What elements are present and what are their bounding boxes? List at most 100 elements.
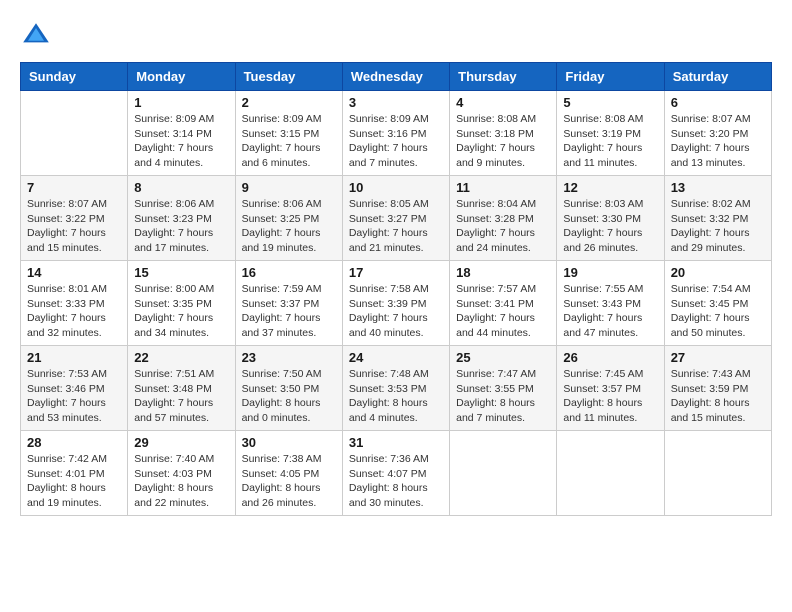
calendar-cell-w1-d1: 1Sunrise: 8:09 AMSunset: 3:14 PMDaylight…: [128, 91, 235, 176]
day-number: 21: [27, 350, 121, 365]
day-info: Sunrise: 7:59 AMSunset: 3:37 PMDaylight:…: [242, 282, 336, 341]
day-info: Sunrise: 8:09 AMSunset: 3:16 PMDaylight:…: [349, 112, 443, 171]
day-number: 16: [242, 265, 336, 280]
day-number: 2: [242, 95, 336, 110]
calendar-cell-w4-d1: 22Sunrise: 7:51 AMSunset: 3:48 PMDayligh…: [128, 346, 235, 431]
calendar-cell-w5-d1: 29 Sunrise: 7:40 AMSunset: 4:03 PMDayligh…: [128, 431, 235, 516]
day-number: 20: [671, 265, 765, 280]
day-info: Sunrise: 8:03 AMSunset: 3:30 PMDaylight:…: [563, 197, 657, 256]
col-tuesday: Tuesday: [235, 63, 342, 91]
day-number: 28: [27, 435, 121, 450]
calendar-cell-w1-d6: 6 Sunrise: 8:07 AMSunset: 3:20 PMDaylight…: [664, 91, 771, 176]
calendar-cell-w4-d5: 26Sunrise: 7:45 AMSunset: 3:57 PMDayligh…: [557, 346, 664, 431]
week-row-2: 7 Sunrise: 8:07 AMSunset: 3:22 PMDaylight…: [21, 176, 772, 261]
col-friday: Friday: [557, 63, 664, 91]
day-number: 8: [134, 180, 228, 195]
day-info: Sunrise: 8:04 AMSunset: 3:28 PMDaylight:…: [456, 197, 550, 256]
day-number: 1: [134, 95, 228, 110]
day-info: Sunrise: 8:08 AMSunset: 3:19 PMDaylight:…: [563, 112, 657, 171]
calendar-cell-w4-d2: 23Sunrise: 7:50 AMSunset: 3:50 PMDayligh…: [235, 346, 342, 431]
day-number: 11: [456, 180, 550, 195]
calendar-cell-w4-d6: 27 Sunrise: 7:43 AMSunset: 3:59 PMDayligh…: [664, 346, 771, 431]
calendar-cell-w2-d0: 7 Sunrise: 8:07 AMSunset: 3:22 PMDaylight…: [21, 176, 128, 261]
day-info: Sunrise: 8:07 AMSunset: 3:20 PMDaylight:…: [671, 112, 765, 171]
day-info: Sunrise: 7:38 AMSunset: 4:05 PMDaylight:…: [242, 452, 336, 511]
logo: [20, 20, 56, 52]
day-number: 24: [349, 350, 443, 365]
calendar-cell-w1-d5: 5 Sunrise: 8:08 AMSunset: 3:19 PMDaylight…: [557, 91, 664, 176]
day-number: 18: [456, 265, 550, 280]
week-row-4: 21 Sunrise: 7:53 AMSunset: 3:46 PMDayligh…: [21, 346, 772, 431]
calendar-cell-w3-d1: 15Sunrise: 8:00 AMSunset: 3:35 PMDayligh…: [128, 261, 235, 346]
day-number: 6: [671, 95, 765, 110]
day-info: Sunrise: 7:45 AMSunset: 3:57 PMDaylight:…: [563, 367, 657, 426]
calendar-cell-w2-d1: 8Sunrise: 8:06 AMSunset: 3:23 PMDaylight…: [128, 176, 235, 261]
day-number: 7: [27, 180, 121, 195]
col-saturday: Saturday: [664, 63, 771, 91]
day-number: 9: [242, 180, 336, 195]
day-info: Sunrise: 7:53 AMSunset: 3:46 PMDaylight:…: [27, 367, 121, 426]
day-info: Sunrise: 7:42 AMSunset: 4:01 PMDaylight:…: [27, 452, 121, 511]
page-header: [20, 20, 772, 52]
col-wednesday: Wednesday: [342, 63, 449, 91]
day-number: 30: [242, 435, 336, 450]
calendar-cell-w3-d0: 14 Sunrise: 8:01 AMSunset: 3:33 PMDayligh…: [21, 261, 128, 346]
week-row-5: 28 Sunrise: 7:42 AMSunset: 4:01 PMDayligh…: [21, 431, 772, 516]
day-info: Sunrise: 7:40 AMSunset: 4:03 PMDaylight:…: [134, 452, 228, 511]
calendar-cell-w3-d6: 20 Sunrise: 7:54 AMSunset: 3:45 PMDayligh…: [664, 261, 771, 346]
week-row-3: 14 Sunrise: 8:01 AMSunset: 3:33 PMDayligh…: [21, 261, 772, 346]
day-number: 25: [456, 350, 550, 365]
day-number: 22: [134, 350, 228, 365]
calendar-cell-w3-d3: 17Sunrise: 7:58 AMSunset: 3:39 PMDayligh…: [342, 261, 449, 346]
day-number: 15: [134, 265, 228, 280]
week-row-1: 1Sunrise: 8:09 AMSunset: 3:14 PMDaylight…: [21, 91, 772, 176]
calendar-cell-w5-d3: 31Sunrise: 7:36 AMSunset: 4:07 PMDayligh…: [342, 431, 449, 516]
day-info: Sunrise: 8:07 AMSunset: 3:22 PMDaylight:…: [27, 197, 121, 256]
day-info: Sunrise: 8:06 AMSunset: 3:25 PMDaylight:…: [242, 197, 336, 256]
day-info: Sunrise: 7:47 AMSunset: 3:55 PMDaylight:…: [456, 367, 550, 426]
calendar-cell-w2-d6: 13Sunrise: 8:02 AMSunset: 3:32 PMDayligh…: [664, 176, 771, 261]
calendar-cell-w4-d4: 25 Sunrise: 7:47 AMSunset: 3:55 PMDayligh…: [450, 346, 557, 431]
header-row: Sunday Monday Tuesday Wednesday Thursday…: [21, 63, 772, 91]
day-number: 29: [134, 435, 228, 450]
day-number: 19: [563, 265, 657, 280]
day-number: 3: [349, 95, 443, 110]
day-number: 27: [671, 350, 765, 365]
calendar-cell-w5-d6: [664, 431, 771, 516]
calendar-cell-w3-d4: 18 Sunrise: 7:57 AMSunset: 3:41 PMDayligh…: [450, 261, 557, 346]
day-info: Sunrise: 7:43 AMSunset: 3:59 PMDaylight:…: [671, 367, 765, 426]
calendar-cell-w1-d3: 3 Sunrise: 8:09 AMSunset: 3:16 PMDaylight…: [342, 91, 449, 176]
calendar-cell-w2-d2: 9 Sunrise: 8:06 AMSunset: 3:25 PMDaylight…: [235, 176, 342, 261]
day-info: Sunrise: 7:48 AMSunset: 3:53 PMDaylight:…: [349, 367, 443, 426]
day-info: Sunrise: 8:02 AMSunset: 3:32 PMDaylight:…: [671, 197, 765, 256]
calendar-cell-w1-d2: 2 Sunrise: 8:09 AMSunset: 3:15 PMDaylight…: [235, 91, 342, 176]
calendar-cell-w2-d5: 12 Sunrise: 8:03 AMSunset: 3:30 PMDayligh…: [557, 176, 664, 261]
day-info: Sunrise: 7:50 AMSunset: 3:50 PMDaylight:…: [242, 367, 336, 426]
calendar-body: 1Sunrise: 8:09 AMSunset: 3:14 PMDaylight…: [21, 91, 772, 516]
day-info: Sunrise: 7:58 AMSunset: 3:39 PMDaylight:…: [349, 282, 443, 341]
day-info: Sunrise: 7:36 AMSunset: 4:07 PMDaylight:…: [349, 452, 443, 511]
calendar-cell-w3-d2: 16 Sunrise: 7:59 AMSunset: 3:37 PMDayligh…: [235, 261, 342, 346]
calendar-cell-w5-d2: 30 Sunrise: 7:38 AMSunset: 4:05 PMDayligh…: [235, 431, 342, 516]
calendar-table: Sunday Monday Tuesday Wednesday Thursday…: [20, 62, 772, 516]
calendar-cell-w4-d0: 21 Sunrise: 7:53 AMSunset: 3:46 PMDayligh…: [21, 346, 128, 431]
calendar-cell-w5-d4: [450, 431, 557, 516]
calendar-cell-w5-d5: [557, 431, 664, 516]
day-number: 14: [27, 265, 121, 280]
day-info: Sunrise: 7:55 AMSunset: 3:43 PMDaylight:…: [563, 282, 657, 341]
calendar-cell-w5-d0: 28 Sunrise: 7:42 AMSunset: 4:01 PMDayligh…: [21, 431, 128, 516]
col-thursday: Thursday: [450, 63, 557, 91]
calendar-cell-w4-d3: 24 Sunrise: 7:48 AMSunset: 3:53 PMDayligh…: [342, 346, 449, 431]
logo-icon: [20, 20, 52, 52]
col-monday: Monday: [128, 63, 235, 91]
calendar-cell-w2-d4: 11 Sunrise: 8:04 AMSunset: 3:28 PMDayligh…: [450, 176, 557, 261]
day-number: 12: [563, 180, 657, 195]
day-info: Sunrise: 8:01 AMSunset: 3:33 PMDaylight:…: [27, 282, 121, 341]
calendar-cell-w3-d5: 19 Sunrise: 7:55 AMSunset: 3:43 PMDayligh…: [557, 261, 664, 346]
day-number: 4: [456, 95, 550, 110]
day-info: Sunrise: 7:54 AMSunset: 3:45 PMDaylight:…: [671, 282, 765, 341]
day-number: 5: [563, 95, 657, 110]
day-info: Sunrise: 8:05 AMSunset: 3:27 PMDaylight:…: [349, 197, 443, 256]
day-info: Sunrise: 8:09 AMSunset: 3:15 PMDaylight:…: [242, 112, 336, 171]
day-info: Sunrise: 7:57 AMSunset: 3:41 PMDaylight:…: [456, 282, 550, 341]
